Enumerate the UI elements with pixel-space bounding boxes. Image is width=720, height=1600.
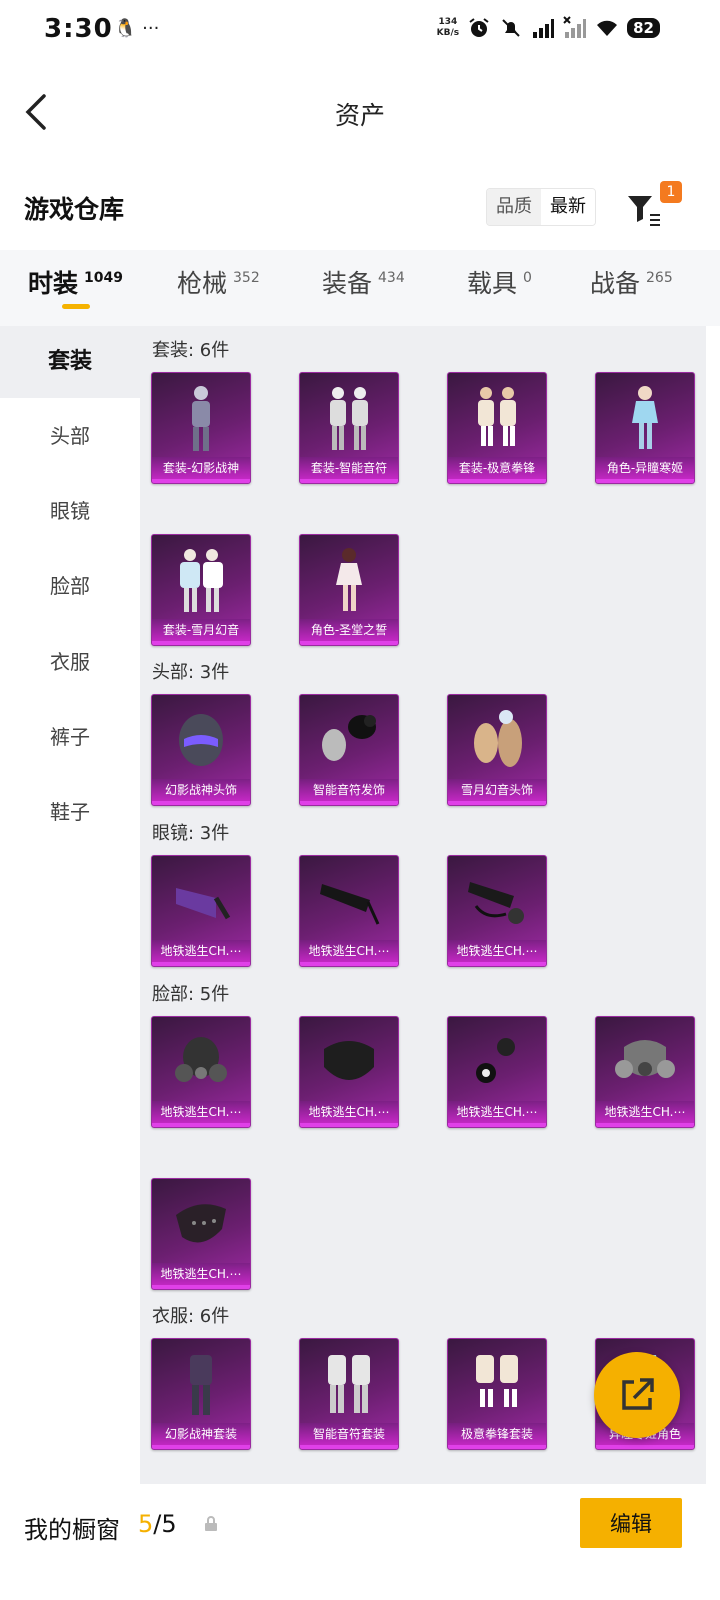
section-label-head: 头部: 3件 (152, 662, 230, 683)
sidebar: 套装 头部 眼镜 脸部 衣服 裤子 鞋子 (0, 326, 140, 1506)
item-card[interactable]: 智能音符套装 (299, 1338, 399, 1450)
item-card[interactable]: 极意拳锋套装 (447, 1338, 547, 1450)
showcase-count: 5/5 (138, 1510, 177, 1538)
character-icon (632, 386, 658, 449)
status-time: 3:30 (44, 14, 113, 44)
status-bar: 3:30 🐧 ··· 134 KB/s 82 (0, 0, 720, 62)
item-card[interactable]: 雪月幻音头饰 (447, 694, 547, 806)
battery-indicator: 82 (627, 18, 660, 38)
sidebar-item-head[interactable]: 头部 (0, 400, 140, 472)
sidebar-item-pants[interactable]: 裤子 (0, 701, 140, 773)
item-card[interactable]: 幻影战神头饰 (151, 694, 251, 806)
tab-battle-prep[interactable]: 战备 265 (590, 264, 673, 300)
page-title: 资产 (334, 101, 385, 130)
goggles-icon (176, 888, 231, 920)
share-button[interactable] (594, 1352, 680, 1438)
item-card[interactable]: 角色-圣堂之誓 (299, 534, 399, 646)
item-card[interactable]: 地铁逃生CH.⋯ (151, 1178, 251, 1290)
mute-bell-icon (502, 19, 520, 37)
net-speed: 134 KB/s (436, 17, 460, 38)
showcase-bar: 我的橱窗 5/5 编辑 (0, 1484, 720, 1600)
sidebar-item-shoes[interactable]: 鞋子 (0, 776, 140, 848)
section-label-suits: 套装: 6件 (152, 340, 230, 361)
item-card[interactable]: 地铁逃生CH.⋯ (447, 855, 547, 967)
hair-accessory-icon (474, 710, 522, 767)
edit-button[interactable]: 编辑 (580, 1498, 682, 1548)
item-card[interactable]: 地铁逃生CH.⋯ (299, 855, 399, 967)
status-right-icons: 134 KB/s 82 (437, 16, 660, 40)
category-tabs: 时装 1049 枪械 352 装备 434 载具 0 战备 265 (0, 250, 720, 326)
tab-vehicles[interactable]: 载具 0 (467, 264, 532, 300)
item-card[interactable]: 套装-雪月幻音 (151, 534, 251, 646)
outfit-icon (190, 1355, 212, 1415)
gas-mask-icon (615, 1040, 675, 1078)
sunglasses-icon (320, 884, 380, 925)
sidebar-item-glasses[interactable]: 眼镜 (0, 475, 140, 547)
section-label-glasses: 眼镜: 3件 (152, 823, 230, 844)
filter-badge: 1 (660, 181, 682, 203)
filter-icon[interactable] (626, 192, 662, 228)
alarm-icon (469, 18, 489, 37)
character-icon (192, 386, 210, 451)
sidebar-item-clothes[interactable]: 衣服 (0, 626, 140, 698)
section-label-face: 脸部: 5件 (152, 984, 230, 1005)
helmet-icon (179, 714, 223, 766)
item-card[interactable]: 地铁逃生CH.⋯ (447, 1016, 547, 1128)
sort-latest-button[interactable]: 最新 (541, 189, 595, 225)
share-icon (622, 1378, 654, 1410)
nav-bar: 资产 (0, 70, 720, 150)
gas-mask-icon (175, 1037, 227, 1082)
tab-equipment[interactable]: 装备 434 (322, 264, 405, 300)
character-icon (336, 548, 362, 611)
item-card[interactable]: 地铁逃生CH.⋯ (595, 1016, 695, 1128)
notification-icons: 🐧 ··· (114, 18, 160, 39)
section-label-clothes: 衣服: 6件 (152, 1306, 230, 1327)
character-icon (330, 387, 368, 450)
sort-quality-button[interactable]: 品质 (487, 189, 541, 225)
signal-off-icon (563, 16, 587, 38)
item-card[interactable]: 地铁逃生CH.⋯ (151, 855, 251, 967)
active-tab-indicator (62, 304, 90, 309)
item-card[interactable]: 套装-智能音符 (299, 372, 399, 484)
character-icon (180, 549, 223, 612)
showcase-label: 我的橱窗 (24, 1516, 120, 1544)
warehouse-title: 游戏仓库 (24, 195, 125, 224)
item-card[interactable]: 地铁逃生CH.⋯ (299, 1016, 399, 1128)
signal-icon (533, 19, 555, 38)
sidebar-item-face[interactable]: 脸部 (0, 550, 140, 622)
hair-accessory-icon (322, 715, 376, 761)
outfit-icon (476, 1355, 518, 1407)
tab-firearms[interactable]: 枪械 352 (177, 264, 260, 300)
character-icon (478, 387, 516, 446)
outfit-icon (328, 1355, 370, 1413)
item-card[interactable]: 套装-幻影战神 (151, 372, 251, 484)
item-card[interactable]: 角色-异瞳寒姬 (595, 372, 695, 484)
face-mask-icon (324, 1041, 374, 1080)
face-mask-icon (176, 1204, 226, 1243)
item-card[interactable]: 地铁逃生CH.⋯ (151, 1016, 251, 1128)
item-card[interactable]: 套装-极意拳锋 (447, 372, 547, 484)
tab-fashion[interactable]: 时装 1049 (28, 264, 123, 300)
item-card[interactable]: 幻影战神套装 (151, 1338, 251, 1450)
respirator-icon (476, 1038, 515, 1083)
sidebar-item-suits[interactable]: 套装 (0, 326, 140, 398)
tactical-glasses-icon (468, 882, 524, 924)
wifi-icon (597, 20, 618, 36)
item-grid: 套装: 6件 套装-幻影战神 套装-智能音符 套装-极意拳锋 角色-异瞳寒姬 套… (140, 326, 706, 1506)
sort-toggle: 品质 最新 (486, 188, 596, 226)
lock-icon (205, 1516, 217, 1531)
warehouse-header: 游戏仓库 品质 最新 (0, 180, 720, 246)
item-card[interactable]: 智能音符发饰 (299, 694, 399, 806)
